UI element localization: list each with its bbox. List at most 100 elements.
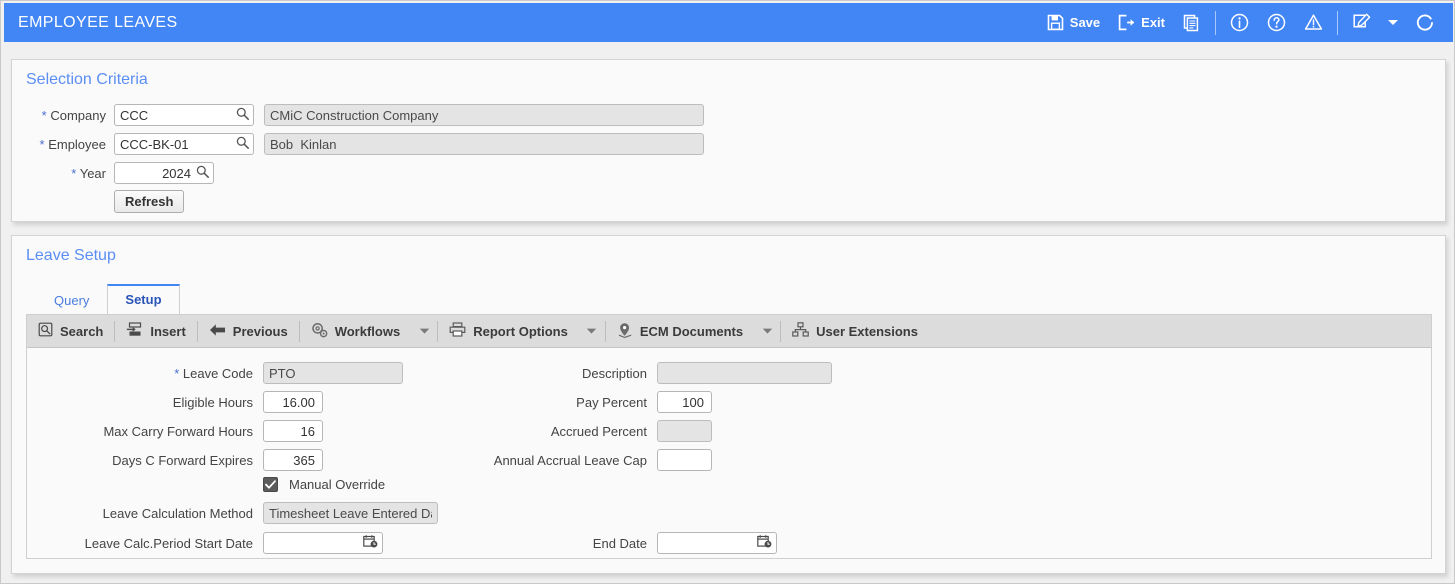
company-required-marker: * xyxy=(41,107,47,123)
info-button[interactable] xyxy=(1221,3,1258,42)
pay-percent-input[interactable] xyxy=(657,391,712,413)
leave-code-input xyxy=(263,362,403,384)
help-circle-icon xyxy=(1267,13,1286,32)
workflows-label: Workflows xyxy=(334,323,401,339)
previous-arrow-icon xyxy=(209,323,226,340)
leave-code-row: * Leave Code xyxy=(27,362,403,384)
ecm-documents-action[interactable]: ECM Documents xyxy=(606,315,754,348)
toolbar-divider-2 xyxy=(1337,10,1338,35)
leave-calc-period-start-date-picker[interactable] xyxy=(263,532,383,554)
leave-calc-period-start-date-row: Leave Calc.Period Start Date xyxy=(27,532,383,554)
refresh-circle-icon xyxy=(1415,13,1435,33)
page-title: EMPLOYEE LEAVES xyxy=(18,13,178,31)
ecm-documents-label: ECM Documents xyxy=(639,323,744,339)
search-icon xyxy=(38,322,53,340)
notes-dropdown[interactable] xyxy=(1380,3,1406,42)
accrued-percent-row: Accrued Percent xyxy=(447,420,712,442)
employee-lov[interactable] xyxy=(114,133,254,155)
notes-button[interactable] xyxy=(1343,3,1380,42)
exit-label: Exit xyxy=(1141,15,1165,30)
exit-icon xyxy=(1118,14,1135,31)
eligible-hours-input[interactable] xyxy=(263,391,323,413)
company-input[interactable] xyxy=(114,104,254,126)
tab-setup[interactable]: Setup xyxy=(107,284,180,314)
max-carry-forward-hours-row: Max Carry Forward Hours xyxy=(27,420,323,442)
employee-label: * Employee xyxy=(39,136,107,152)
ecm-documents-dropdown[interactable] xyxy=(754,315,780,348)
copy-documents-icon xyxy=(1183,14,1201,32)
report-options-dropdown[interactable] xyxy=(579,315,605,348)
manual-override-label: Manual Override xyxy=(289,477,386,492)
year-input[interactable] xyxy=(114,162,214,184)
workflows-action[interactable]: Workflows xyxy=(300,315,412,348)
manual-override-checkbox[interactable] xyxy=(263,477,278,492)
title-bar: EMPLOYEE LEAVES Save Exit xyxy=(4,3,1453,42)
report-options-label: Report Options xyxy=(473,323,568,339)
leave-setup-title: Leave Setup xyxy=(26,247,116,264)
year-label: * Year xyxy=(71,165,106,181)
year-lov[interactable] xyxy=(114,162,214,184)
user-extensions-action[interactable]: User Extensions xyxy=(781,315,929,348)
eligible-hours-row: Eligible Hours xyxy=(27,391,323,413)
action-toolbar: Search Insert Previous Workflows Report … xyxy=(27,315,1431,348)
insert-icon xyxy=(126,322,143,340)
year-required-marker: * xyxy=(71,165,77,181)
days-c-forward-expires-input[interactable] xyxy=(263,449,323,471)
tab-query[interactable]: Query xyxy=(36,286,107,314)
report-options-action[interactable]: Report Options xyxy=(438,315,579,348)
max-carry-forward-hours-label: Max Carry Forward Hours xyxy=(103,423,253,439)
days-c-forward-expires-label: Days C Forward Expires xyxy=(112,452,253,468)
leave-setup-tabs: Query Setup xyxy=(36,284,180,314)
note-edit-icon xyxy=(1352,13,1371,32)
printer-icon xyxy=(449,322,466,340)
search-action[interactable]: Search xyxy=(27,315,114,348)
leave-code-label: * Leave Code xyxy=(174,365,253,381)
employee-required-marker: * xyxy=(39,136,45,152)
copy-documents-button[interactable] xyxy=(1174,3,1210,42)
pay-percent-label: Pay Percent xyxy=(576,394,647,410)
help-button[interactable] xyxy=(1258,3,1295,42)
title-bar-actions: Save Exit xyxy=(1038,3,1453,42)
previous-action[interactable]: Previous xyxy=(198,315,299,348)
previous-label: Previous xyxy=(232,323,288,339)
leave-code-required-marker: * xyxy=(174,365,180,381)
leave-calculation-method-row: Leave Calculation Method xyxy=(27,502,438,524)
chevron-down-icon xyxy=(1387,18,1399,27)
leave-calc-period-start-date-input[interactable] xyxy=(263,532,383,554)
annual-accrual-leave-cap-input[interactable] xyxy=(657,449,712,471)
toolbar-divider-1 xyxy=(1215,10,1216,35)
warning-button[interactable] xyxy=(1295,3,1332,42)
workflows-dropdown[interactable] xyxy=(411,315,437,348)
leave-setup-panel: Leave Setup Query Setup Search Insert Pr… xyxy=(11,235,1446,574)
annual-accrual-leave-cap-row: Annual Accrual Leave Cap xyxy=(447,449,712,471)
accrued-percent-input xyxy=(657,420,712,442)
max-carry-forward-hours-input[interactable] xyxy=(263,420,323,442)
insert-action[interactable]: Insert xyxy=(115,315,196,348)
save-label: Save xyxy=(1069,15,1101,30)
exit-button[interactable]: Exit xyxy=(1109,3,1174,42)
days-c-forward-expires-row: Days C Forward Expires xyxy=(27,449,323,471)
employee-description xyxy=(264,133,704,155)
application-window: EMPLOYEE LEAVES Save Exit Selection Crit… xyxy=(0,0,1455,584)
company-lov[interactable] xyxy=(114,104,254,126)
selection-criteria-title: Selection Criteria xyxy=(26,71,148,88)
search-label: Search xyxy=(60,323,104,339)
year-row: * Year xyxy=(12,162,214,184)
description-label: Description xyxy=(581,365,647,381)
pay-percent-row: Pay Percent xyxy=(447,391,712,413)
company-label: * Company xyxy=(41,107,106,123)
employee-input[interactable] xyxy=(114,133,254,155)
end-date-picker[interactable] xyxy=(657,532,777,554)
ecm-pin-icon xyxy=(617,322,633,341)
selection-criteria-panel: Selection Criteria * Company * Employee xyxy=(11,59,1446,222)
end-date-input[interactable] xyxy=(657,532,777,554)
accrued-percent-label: Accrued Percent xyxy=(550,423,647,439)
company-row: * Company xyxy=(12,104,704,126)
leave-setup-content: Search Insert Previous Workflows Report … xyxy=(26,314,1432,559)
refresh-button[interactable] xyxy=(1406,3,1444,42)
workflows-gear-icon xyxy=(311,322,328,341)
save-button[interactable]: Save xyxy=(1038,3,1109,42)
employee-row: * Employee xyxy=(12,133,704,155)
refresh-button[interactable]: Refresh xyxy=(114,190,185,213)
user-extensions-icon xyxy=(792,322,809,340)
